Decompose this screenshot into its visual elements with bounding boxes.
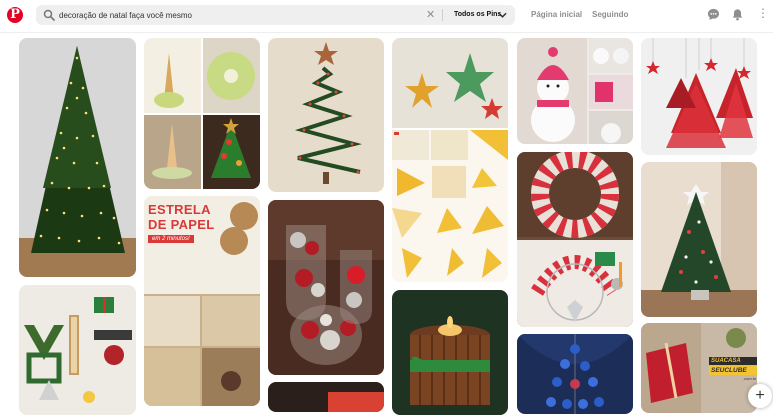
pin-card-paper-stars-tutorial[interactable] (392, 38, 508, 282)
pin-image (517, 152, 633, 327)
pin-image (641, 38, 757, 155)
pin-image (517, 38, 633, 144)
search-bar[interactable]: ✕ Todos os Pins (36, 5, 515, 25)
pin-image (144, 38, 260, 189)
pin-card-glass-vases[interactable] (268, 200, 384, 375)
pin-image (19, 38, 136, 277)
pin-image (392, 290, 508, 415)
nav-following-link[interactable]: Seguindo (592, 10, 628, 19)
pin-image (517, 334, 633, 414)
search-input[interactable] (59, 5, 449, 25)
pin-image (268, 200, 384, 375)
search-divider (442, 9, 443, 21)
pin-image (641, 162, 757, 317)
pin-subtitle: em 2 minutos! (148, 235, 194, 243)
search-icon (43, 9, 55, 21)
pin-card-led-tree[interactable] (19, 38, 136, 277)
pin-image (392, 38, 508, 282)
pin-card-snowman[interactable] (517, 38, 633, 144)
pin-card-ornaments[interactable] (19, 285, 136, 415)
pin-title-line2: DE PAPEL (148, 217, 215, 232)
pinterest-logo-icon[interactable]: P (7, 7, 23, 23)
pin-card-blue-ornaments[interactable] (517, 334, 633, 414)
more-icon[interactable]: ⋮ (757, 6, 769, 20)
pin-card-paper-trees[interactable] (641, 38, 757, 155)
chevron-down-icon[interactable] (498, 11, 507, 19)
pin-card-corner-tree[interactable] (641, 162, 757, 317)
pin-card-suacasa[interactable]: SUACASA SEUCLUBE .com.br (641, 323, 757, 413)
pin-image (19, 285, 136, 415)
suacasa-logo-line2: SEUCLUBE (709, 366, 757, 375)
pin-image (268, 38, 384, 192)
top-header: P ✕ Todos os Pins Página inicial Seguind… (0, 0, 773, 33)
pin-card-cinnamon-candle[interactable] (392, 290, 508, 415)
bell-icon[interactable] (731, 8, 744, 21)
suacasa-logo-line1: SUACASA (709, 357, 757, 365)
pin-card-wall-tree[interactable] (268, 38, 384, 192)
pin-card-partial[interactable] (268, 382, 384, 412)
chat-icon[interactable] (707, 8, 720, 21)
scope-selector-label[interactable]: Todos os Pins (454, 5, 501, 25)
plus-icon[interactable]: + (748, 384, 772, 408)
pin-card-apple-cone[interactable] (144, 38, 260, 189)
suacasa-logo-line3: .com.br (743, 376, 757, 381)
pin-card-paper-star[interactable]: ESTRELA DE PAPEL em 2 minutos! (144, 196, 260, 406)
pin-title-line1: ESTRELA (148, 202, 211, 217)
pin-card-wreath[interactable] (517, 152, 633, 327)
clear-icon[interactable]: ✕ (426, 7, 435, 23)
pin-image (268, 382, 384, 412)
nav-home-link[interactable]: Página inicial (531, 10, 582, 19)
